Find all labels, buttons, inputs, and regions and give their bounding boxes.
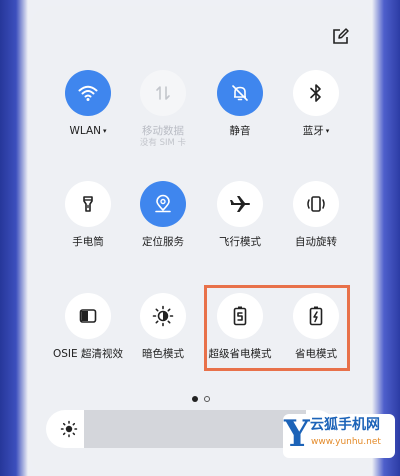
mute-label: 静音 [229,125,251,137]
tile-wlan[interactable]: WLAN ▾ [50,70,126,138]
tile-osie[interactable]: OSIE 超清视效 [50,293,126,361]
wlan-label: WLAN ▾ [69,125,107,137]
mobile-data-label: 移动数据 [142,125,184,137]
tile-bluetooth[interactable]: 蓝牙 ▾ [278,70,354,138]
bluetooth-label: 蓝牙 ▾ [302,125,330,137]
location-label: 定位服务 [142,236,184,248]
rotate-icon [307,196,325,212]
edit-button[interactable] [330,26,350,46]
super-power-saving-toggle[interactable] [217,293,263,339]
osie-toggle[interactable] [65,293,111,339]
tile-airplane[interactable]: 飞行模式 [202,181,278,249]
tile-dark-mode[interactable]: 暗色模式 [125,293,201,361]
tile-mobile-data[interactable]: 移动数据 没有 SIM 卡 [125,70,201,149]
power-saving-label: 省电模式 [295,348,337,360]
bluetooth-icon [310,84,321,102]
mobile-data-sublabel: 没有 SIM 卡 [139,138,187,148]
super-battery-icon [233,306,247,326]
airplane-label: 飞行模式 [219,236,261,248]
mute-toggle[interactable] [217,70,263,116]
airplane-toggle[interactable] [217,181,263,227]
auto-rotate-toggle[interactable] [293,181,339,227]
bell-mute-icon [232,85,248,101]
wlan-toggle[interactable] [65,70,111,116]
watermark-url: www.yunhu.net [311,437,381,447]
flashlight-icon [83,196,93,212]
mobile-data-icon [156,86,170,100]
tile-auto-rotate[interactable]: 自动旋转 [278,181,354,249]
osie-icon [79,309,97,323]
flashlight-label: 手电筒 [72,236,104,248]
tile-location[interactable]: 定位服务 [125,181,201,249]
location-icon [155,194,171,213]
mobile-data-toggle[interactable] [140,70,186,116]
dark-mode-toggle[interactable] [140,293,186,339]
chevron-down-icon[interactable]: ▾ [326,127,330,135]
tile-super-power-saving[interactable]: 超级省电模式 [202,293,278,361]
airplane-icon [230,196,250,212]
osie-label: OSIE 超清视效 [53,348,123,360]
dark-mode-label: 暗色模式 [142,348,184,360]
flashlight-toggle[interactable] [65,181,111,227]
tile-power-saving[interactable]: 省电模式 [278,293,354,361]
page-indicator [192,396,210,402]
power-saving-toggle[interactable] [293,293,339,339]
watermark-logo: Y 云狐手机网 www.yunhu.net [283,414,395,458]
auto-rotate-label: 自动旋转 [295,236,337,248]
bluetooth-toggle[interactable] [293,70,339,116]
edit-icon [332,27,349,44]
dark-mode-icon [152,305,174,327]
battery-saver-icon [309,306,323,326]
brightness-track[interactable] [84,410,306,448]
tile-flashlight[interactable]: 手电筒 [50,181,126,249]
brightness-icon [60,420,78,438]
page-dot-active[interactable] [192,396,198,402]
watermark-letter: Y [284,413,310,455]
location-toggle[interactable] [140,181,186,227]
watermark-text: 云狐手机网 [310,417,380,433]
chevron-down-icon[interactable]: ▾ [103,127,107,135]
page-dot[interactable] [204,396,210,402]
super-power-saving-label: 超级省电模式 [208,348,272,360]
tile-mute[interactable]: 静音 [202,70,278,138]
wifi-icon [78,85,98,101]
